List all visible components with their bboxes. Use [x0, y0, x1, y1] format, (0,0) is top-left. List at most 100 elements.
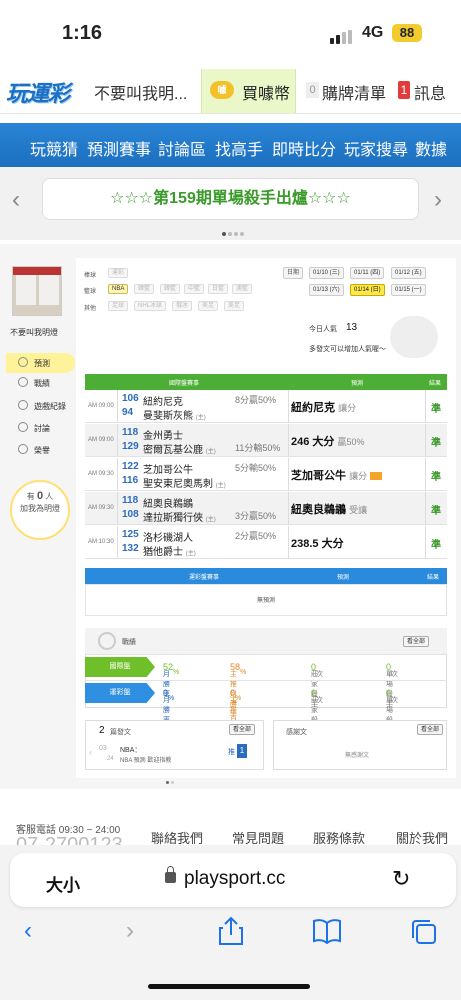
- avatar[interactable]: [12, 266, 62, 316]
- pick-text: 紐約尼克: [291, 402, 335, 414]
- filter-other-1[interactable]: NHL冰球: [134, 301, 167, 311]
- reload-icon[interactable]: ↻: [392, 866, 410, 892]
- cart-link[interactable]: 購牌清單: [322, 80, 386, 104]
- stats-row: 國際盤 月勝率 52 % 主推月勝率 58 % 莊家殺手 0 次 單場殺手 0 次: [85, 654, 447, 718]
- date-0113[interactable]: 01/13 (六): [309, 284, 344, 296]
- posts-view-all-button[interactable]: 看全部: [229, 724, 256, 735]
- home-score: 116: [122, 475, 139, 486]
- filter-other-3[interactable]: 美足: [198, 301, 219, 311]
- promo-banner[interactable]: ☆☆☆第159期單場殺手出爐☆☆☆: [42, 178, 419, 220]
- menu-item-forum[interactable]: 討論區: [158, 136, 206, 160]
- stats-view-all-button[interactable]: 看全部: [403, 636, 430, 647]
- post-title[interactable]: NBA：: [120, 745, 141, 755]
- filter-other-4[interactable]: 美足: [224, 301, 245, 311]
- home-team[interactable]: 聖安東尼奧馬刺 (主): [143, 475, 226, 490]
- post-subtitle[interactable]: NBA 預測 歡迎指教: [120, 755, 171, 764]
- chevron-left-icon[interactable]: ‹: [89, 748, 92, 757]
- sidebar-item-predict[interactable]: 預測: [6, 353, 75, 373]
- home-team[interactable]: 達拉斯獨行俠 (主): [143, 509, 216, 524]
- single-killer: 單場殺手 0 次: [386, 688, 398, 734]
- chevron-left-icon[interactable]: ‹: [12, 186, 20, 214]
- pick-text: 紐奧良鵜鶘: [291, 504, 346, 516]
- sidebar-item-record[interactable]: 戰績: [6, 373, 75, 393]
- table-row[interactable]: AM 09:30 122 芝加哥公牛 116 聖安東尼奧馬刺 (主) 5分輸50% 芝加哥公…: [85, 458, 447, 491]
- menu-item-experts[interactable]: 找高手: [215, 136, 263, 160]
- home-team-name: 猶他爵士: [143, 547, 183, 558]
- filter-nba[interactable]: NBA: [108, 284, 129, 294]
- away-team[interactable]: 洛杉磯湖人: [143, 529, 193, 544]
- result-badge: 準: [431, 506, 441, 517]
- date-0115[interactable]: 01/15 (一): [391, 284, 426, 296]
- buy-coin-label[interactable]: 買噱幣: [242, 80, 290, 104]
- home-tag: (主): [195, 415, 206, 421]
- bookmarks-icon[interactable]: [312, 918, 342, 951]
- result-badge: 準: [431, 438, 441, 449]
- filter-basketball-5[interactable]: 澳籃: [232, 284, 253, 294]
- forward-icon[interactable]: ›: [126, 917, 134, 945]
- sidebar-item-honor[interactable]: 榮譽: [6, 440, 75, 460]
- date-0112[interactable]: 01/12 (五): [391, 267, 426, 279]
- away-team[interactable]: 金州勇士: [143, 427, 183, 442]
- spread-line: 2分贏50%: [235, 531, 277, 541]
- filter-basketball-2[interactable]: 韓籃: [160, 284, 181, 294]
- main-month-rate: 主推月勝率 58 %: [230, 662, 246, 718]
- menu-item-data[interactable]: 數據: [415, 136, 447, 160]
- signal-icon: [330, 26, 354, 44]
- date-0114[interactable]: 01/14 (日): [350, 284, 385, 296]
- text-size-button[interactable]: 大小: [46, 871, 80, 896]
- network-label: 4G: [362, 24, 384, 41]
- username-link[interactable]: 不要叫我明...: [94, 80, 187, 104]
- visitors-label: 今日人氣: [309, 326, 337, 333]
- thanks-view-all-button[interactable]: 看全部: [417, 724, 444, 735]
- sidebar-item-game-log[interactable]: 遊戲紀錄: [6, 396, 75, 416]
- spread-line: 11分輸50%: [235, 443, 281, 453]
- unit: %: [240, 669, 247, 676]
- away-score: 106: [122, 393, 139, 404]
- stats-title: 戰績: [122, 639, 136, 646]
- game-time: AM 09:00: [88, 437, 114, 443]
- pick-note: 讓分: [338, 403, 357, 413]
- sidebar-item-discuss[interactable]: 討論: [6, 418, 75, 438]
- share-icon[interactable]: [218, 916, 244, 953]
- visitors-count: 13: [346, 322, 358, 333]
- away-team[interactable]: 紐約尼克: [143, 393, 183, 408]
- target-icon: [18, 357, 28, 367]
- home-team[interactable]: 密爾瓦基公鹿 (主): [143, 441, 216, 456]
- stats-tab[interactable]: 國際盤: [85, 657, 155, 677]
- back-icon[interactable]: ‹: [24, 917, 32, 945]
- filter-baseball-0[interactable]: 運彩: [108, 268, 129, 278]
- lock-icon: [165, 866, 176, 883]
- chevron-right-icon[interactable]: ›: [434, 186, 442, 214]
- date-0110[interactable]: 01/10 (三): [309, 267, 344, 279]
- away-team[interactable]: 芝加哥公牛: [143, 461, 193, 476]
- url-text[interactable]: playsport.cc: [184, 868, 285, 890]
- follow-me-text[interactable]: 加我為明燈: [20, 504, 60, 513]
- menu-item-player-search[interactable]: 玩家搜尋: [344, 136, 408, 160]
- menu-item-predict[interactable]: 預測賽事: [87, 136, 151, 160]
- stats-tab[interactable]: 運彩盤: [85, 683, 155, 703]
- menu-item-guess[interactable]: 玩競猜: [30, 136, 78, 160]
- date-label: 日期: [283, 267, 304, 279]
- table-row[interactable]: AM 09:30 118 紐奧良鵜鶘 108 達拉斯獨行俠 (主) 3分贏50% 紐奧良鵜鶘…: [85, 492, 447, 525]
- filter-basketball-4[interactable]: 日籃: [208, 284, 229, 294]
- messages-link[interactable]: 訊息: [414, 80, 446, 104]
- filter-other-0[interactable]: 足球: [108, 301, 129, 311]
- tabs-icon[interactable]: [410, 918, 438, 953]
- banker-killer: 莊家殺手 0 次: [311, 688, 323, 734]
- site-logo[interactable]: 玩運彩: [6, 76, 74, 106]
- home-team[interactable]: 猶他爵士 (主): [143, 543, 196, 558]
- menu-item-livescore[interactable]: 即時比分: [272, 136, 336, 160]
- date-0111[interactable]: 01/11 (四): [350, 267, 385, 279]
- away-team[interactable]: 紐奧良鵜鶘: [143, 495, 193, 510]
- table-row[interactable]: AM 10:30 125 洛杉磯湖人 132 猶他爵士 (主) 2分贏50% 238.5 大…: [85, 526, 447, 559]
- filter-basketball-3[interactable]: 中籃: [184, 284, 205, 294]
- table-row[interactable]: AM 09:00 118 金州勇士 129 密爾瓦基公鹿 (主) 11分輸50% 246 大…: [85, 424, 447, 457]
- table-row[interactable]: AM 09:00 106 紐約尼克 94 曼斐斯灰熊 (主) 8分贏50% 紐約尼克 讓分 準: [85, 390, 447, 423]
- home-team[interactable]: 曼斐斯灰熊 (主): [143, 407, 206, 422]
- filter-basketball-1[interactable]: 韓籃: [134, 284, 155, 294]
- single-killer: 單場殺手 0 次: [386, 662, 398, 708]
- filter-other-2[interactable]: 俄冰: [172, 301, 193, 311]
- unit: %: [173, 669, 180, 676]
- coin-icon: 噱: [210, 81, 234, 99]
- home-tag: (主): [215, 483, 226, 489]
